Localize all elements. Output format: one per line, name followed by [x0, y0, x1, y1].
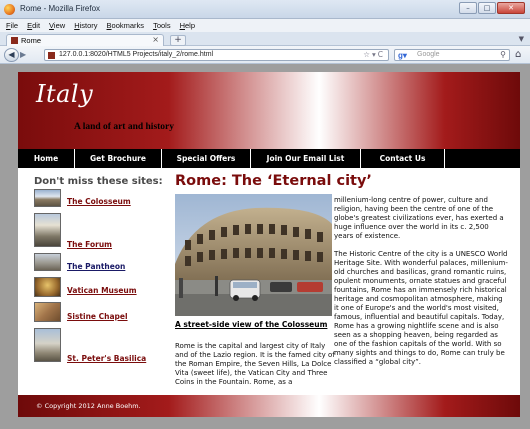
st-peters-thumbnail	[34, 328, 61, 362]
sistine-chapel-thumbnail	[34, 302, 61, 322]
site-tagline: A land of art and history	[74, 122, 175, 132]
url-bar[interactable]: 127.0.0.1:8020/HTML5 Projects/italy_2/ro…	[44, 49, 389, 61]
pantheon-thumbnail	[34, 253, 61, 271]
url-text: 127.0.0.1:8020/HTML5 Projects/italy_2/ro…	[59, 51, 214, 58]
maximize-button[interactable]: □	[478, 2, 496, 14]
sidebar-link-pantheon[interactable]: The Pantheon	[67, 262, 125, 271]
nav-special-offers[interactable]: Special Offers	[162, 149, 251, 168]
menu-tools[interactable]: Tools	[153, 21, 171, 30]
close-button[interactable]: ✕	[497, 2, 525, 14]
sidebar-link-st-peters[interactable]: St. Peter's Basilica	[67, 354, 146, 363]
site-title: Italy	[36, 80, 94, 108]
main-heading: Rome: The ‘Eternal city’	[175, 173, 372, 189]
tab-bar: Rome × + ▼	[0, 32, 530, 46]
menu-edit[interactable]: Edit	[27, 21, 40, 30]
window-titlebar: Rome - Mozilla Firefox – □ ✕	[0, 0, 530, 19]
sidebar-link-vatican-museum[interactable]: Vatican Museum	[67, 286, 137, 295]
paragraph-2: millenium-long centre of power, culture …	[334, 196, 504, 240]
web-page: Italy A land of art and history Home Get…	[18, 72, 520, 417]
forum-thumbnail	[34, 213, 61, 247]
tab-label: Rome	[21, 36, 42, 45]
colosseum-photo	[175, 194, 332, 316]
site-footer: © Copyright 2012 Anne Boehm.	[18, 395, 520, 417]
copyright-text: © Copyright 2012 Anne Boehm.	[36, 402, 141, 410]
sidebar-link-forum[interactable]: The Forum	[67, 240, 112, 249]
article-text-right: millenium-long centre of power, culture …	[334, 196, 509, 367]
nav-get-brochure[interactable]: Get Brochure	[75, 149, 162, 168]
site-header: Italy A land of art and history	[18, 72, 520, 149]
menu-bookmarks[interactable]: Bookmarks	[107, 21, 145, 30]
nav-contact-us[interactable]: Contact Us	[361, 149, 445, 168]
colosseum-thumbnail	[34, 189, 61, 207]
menu-help[interactable]: Help	[180, 21, 195, 30]
search-input[interactable]: Google	[417, 51, 440, 58]
bookmark-star-icon[interactable]: ☆▾C	[363, 50, 385, 59]
firefox-icon	[4, 4, 15, 15]
page-viewport: Italy A land of art and history Home Get…	[0, 64, 530, 429]
google-icon: g▾	[398, 51, 407, 60]
home-icon[interactable]: ⌂	[515, 49, 521, 61]
menu-file[interactable]: File	[6, 21, 18, 30]
window-title: Rome - Mozilla Firefox	[20, 4, 101, 13]
tab-rome[interactable]: Rome ×	[6, 34, 164, 46]
navigation-toolbar: ◀ ▶ 127.0.0.1:8020/HTML5 Projects/italy_…	[0, 46, 530, 64]
sidebar-link-colosseum[interactable]: The Colosseum	[67, 197, 131, 206]
minimize-button[interactable]: –	[459, 2, 477, 14]
sidebar-link-sistine-chapel[interactable]: Sistine Chapel	[67, 312, 128, 321]
nav-home[interactable]: Home	[18, 149, 75, 168]
search-bar[interactable]: g▾ Google ⚲	[394, 49, 510, 61]
photo-caption: A street-side view of the Colosseum	[175, 320, 328, 329]
tab-close-icon[interactable]: ×	[152, 35, 159, 44]
paragraph-3: The Historic Centre of the city is a UNE…	[334, 250, 508, 366]
menu-view[interactable]: View	[49, 21, 65, 30]
back-button[interactable]: ◀	[4, 48, 19, 62]
menubar: File Edit View History Bookmarks Tools H…	[0, 19, 530, 32]
sidebar-title: Don't miss these sites:	[34, 176, 163, 187]
site-nav: Home Get Brochure Special Offers Join Ou…	[18, 149, 520, 168]
menu-history[interactable]: History	[74, 21, 97, 30]
article-text-left: Rome is the capital and largest city of …	[175, 342, 337, 387]
forward-button[interactable]: ▶	[20, 50, 33, 60]
vatican-museum-thumbnail	[34, 277, 61, 297]
tab-list-arrow-icon[interactable]: ▼	[519, 35, 524, 43]
page-favicon-icon	[11, 37, 18, 44]
new-tab-button[interactable]: +	[170, 35, 186, 46]
paragraph-1: Rome is the capital and largest city of …	[175, 342, 335, 386]
nav-join-email-list[interactable]: Join Our Email List	[251, 149, 361, 168]
search-icon[interactable]: ⚲	[500, 50, 506, 59]
url-favicon-icon	[48, 52, 55, 59]
